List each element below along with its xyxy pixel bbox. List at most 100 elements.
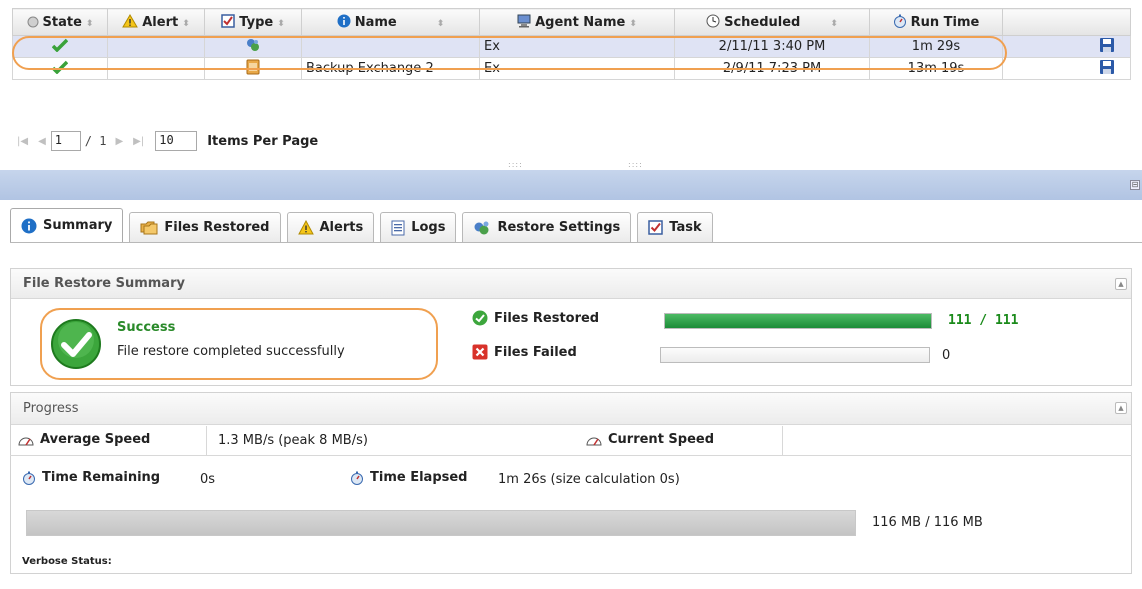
collapse-panel-button[interactable]: ⊟: [1130, 180, 1140, 190]
log-icon: [391, 220, 405, 235]
status-title: Success: [117, 320, 176, 335]
average-speed-label-row: Average Speed: [18, 432, 150, 447]
items-per-page-label: Items Per Page: [207, 133, 319, 149]
average-speed-label: Average Speed: [40, 432, 151, 447]
tab-files-restored[interactable]: Files Restored: [129, 212, 281, 242]
column-label: Name: [354, 15, 397, 30]
time-remaining-value: 0s: [200, 472, 216, 487]
tab-label: Files Restored: [164, 220, 270, 235]
action-cell: [1002, 57, 1131, 80]
restore-icon: [247, 38, 259, 51]
time-remaining-label: Time Remaining: [42, 470, 161, 485]
files-restored-bar: [664, 313, 932, 329]
action-cell: [1002, 35, 1131, 58]
tab-label: Restore Settings: [497, 220, 621, 235]
table-row[interactable]: Ex 2/11/11 3:40 PM 1m 29s: [12, 35, 1131, 58]
first-page-button[interactable]: |◀: [17, 136, 28, 147]
agent-cell: Ex: [479, 35, 675, 58]
size-progress-bar-fill: [27, 511, 855, 535]
save-icon[interactable]: [1099, 59, 1115, 75]
sort-icon[interactable]: ⬍: [830, 19, 838, 29]
average-speed-value: 1.3 MB/s (peak 8 MB/s): [218, 433, 368, 448]
table-row[interactable]: Backup Exchange 2 Ex 2/9/11 7:23 PM 13m …: [12, 57, 1131, 80]
grip-icon: ::::: [628, 160, 643, 169]
column-header-alert[interactable]: Alert ⬍: [107, 8, 205, 36]
tab-logs[interactable]: Logs: [380, 212, 457, 242]
progress-title: Progress: [23, 401, 79, 416]
state-cell: [12, 35, 108, 58]
stopwatch-icon: [23, 471, 35, 485]
tab-alerts[interactable]: Alerts: [286, 212, 375, 242]
type-cell: [204, 35, 302, 58]
column-header-agent-name[interactable]: Agent Name ⬍: [479, 8, 675, 36]
computer-icon: [517, 14, 531, 28]
pager: |◀ ◀ 1 / 1 ▶ ▶| 10 Items Per Page: [12, 126, 1130, 156]
name-cell: [301, 35, 480, 58]
files-restored-label-row: Files Restored: [472, 310, 599, 326]
detail-header-band: ⊟: [0, 170, 1142, 200]
column-header-type[interactable]: Type ⬍: [204, 8, 302, 36]
verbose-status-label: Verbose Status:: [22, 556, 112, 567]
tab-divider: [10, 242, 1142, 243]
files-failed-count: 0: [942, 348, 951, 363]
stopwatch-icon: [893, 14, 906, 28]
files-restored-count: 111 / 111: [948, 313, 1019, 328]
sort-icon[interactable]: ⬍: [277, 19, 285, 29]
time-remaining-label-row: Time Remaining: [22, 470, 160, 485]
stopwatch-icon: [351, 471, 363, 485]
column-label: Type: [239, 15, 274, 30]
summary-panel-header: File Restore Summary ▲: [11, 269, 1131, 299]
sort-icon[interactable]: ⬍: [182, 19, 190, 29]
prev-page-button[interactable]: ◀: [38, 136, 46, 147]
collapse-icon[interactable]: ▲: [1115, 402, 1127, 414]
files-failed-label: Files Failed: [494, 344, 577, 360]
progress-panel-header: Progress ▲: [11, 393, 1131, 425]
column-header-name[interactable]: Name ⬍: [301, 8, 480, 36]
scheduled-cell: 2/11/11 3:40 PM: [674, 35, 870, 58]
check-circle-icon: [472, 310, 488, 326]
items-per-page-input[interactable]: 10: [155, 131, 198, 151]
next-page-button[interactable]: ▶: [115, 136, 123, 147]
state-cell: [12, 57, 108, 80]
name-cell: Backup Exchange 2: [301, 57, 480, 80]
time-elapsed-value: 1m 26s (size calculation 0s): [498, 472, 680, 487]
run-time-cell: 1m 29s: [869, 35, 1003, 58]
column-label: Alert: [142, 15, 179, 30]
column-label: Run Time: [910, 15, 980, 30]
divider: [206, 426, 207, 455]
splitter[interactable]: :::: ::::: [0, 158, 1142, 170]
restore-icon: [474, 221, 489, 234]
jobs-grid: State ⬍ Alert ⬍ Type ⬍ Name ⬍ Agent Name ⬍ Sc…: [12, 8, 1131, 80]
tab-summary[interactable]: Summary: [10, 208, 124, 242]
agent-cell: Ex: [479, 57, 675, 80]
backup-icon: [246, 59, 260, 74]
tab-label: Summary: [43, 218, 113, 233]
save-icon[interactable]: [1099, 37, 1115, 53]
task-icon: [221, 14, 236, 28]
circle-icon: [27, 16, 39, 27]
collapse-icon[interactable]: ▲: [1115, 278, 1127, 290]
column-header-state[interactable]: State ⬍: [12, 8, 108, 36]
tab-task[interactable]: Task: [637, 212, 713, 242]
last-page-button[interactable]: ▶|: [133, 136, 144, 147]
current-speed-label-row: Current Speed: [586, 432, 714, 447]
files-restored-label: Files Restored: [494, 310, 600, 326]
scheduled-cell: 2/9/11 7:23 PM: [674, 57, 870, 80]
sort-icon[interactable]: ⬍: [629, 19, 637, 29]
column-label: State: [42, 14, 82, 30]
divider: [782, 426, 783, 455]
error-icon: [472, 344, 488, 360]
sort-icon[interactable]: ⬍: [437, 19, 445, 29]
alert-cell: [107, 57, 205, 80]
tab-restore-settings[interactable]: Restore Settings: [462, 212, 632, 242]
speedometer-icon: [18, 437, 34, 445]
sort-icon[interactable]: ⬍: [86, 19, 94, 29]
tab-label: Alerts: [319, 220, 364, 235]
page-input[interactable]: 1: [50, 131, 81, 151]
column-header-scheduled[interactable]: Scheduled ⬍: [674, 8, 870, 36]
summary-title: File Restore Summary: [23, 276, 185, 291]
column-header-run-time[interactable]: Run Time: [869, 8, 1003, 36]
files-restored-bar-fill: [665, 314, 931, 328]
success-check-icon: [51, 319, 101, 369]
clock-icon: [706, 14, 720, 28]
